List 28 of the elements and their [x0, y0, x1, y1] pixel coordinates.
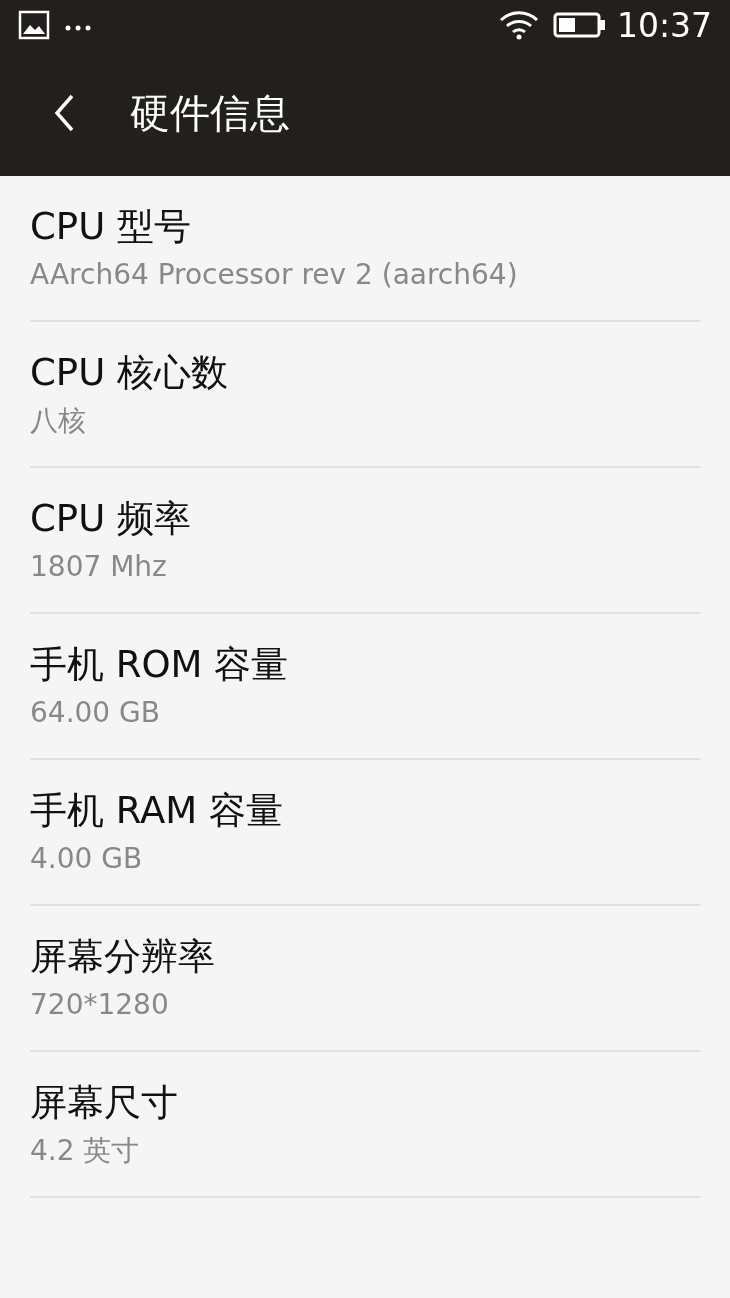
row-value: 64.00 GB	[30, 694, 161, 730]
info-row[interactable]: 手机 RAM 容量 4.00 GB	[30, 760, 700, 906]
row-title: 屏幕分辨率	[30, 934, 216, 981]
row-title: 手机 RAM 容量	[30, 788, 284, 835]
info-row[interactable]: 屏幕尺寸 4.2 英寸	[30, 1052, 700, 1198]
row-title: CPU 型号	[30, 204, 192, 251]
info-row[interactable]: CPU 型号 AArch64 Processor rev 2 (aarch64)	[30, 176, 700, 322]
info-row[interactable]: 手机 ROM 容量 64.00 GB	[30, 614, 700, 760]
info-row[interactable]: CPU 频率 1807 Mhz	[30, 468, 700, 614]
row-value: 八核	[30, 402, 87, 438]
info-row[interactable]: 屏幕分辨率 720*1280	[30, 906, 700, 1052]
row-value: 1807 Mhz	[30, 548, 168, 584]
status-time: 10:37	[616, 8, 712, 42]
wifi-icon	[498, 10, 539, 40]
chevron-left-icon	[53, 93, 75, 133]
info-row[interactable]: CPU 核心数 八核	[30, 322, 700, 468]
row-title: 屏幕尺寸	[30, 1080, 179, 1127]
row-value: 4.00 GB	[30, 840, 144, 876]
row-value: 4.2 英寸	[30, 1132, 141, 1168]
row-title: 手机 ROM 容量	[30, 642, 290, 689]
row-value: 720*1280	[30, 986, 170, 1022]
row-title: CPU 频率	[30, 496, 192, 543]
more-icon	[64, 24, 92, 32]
image-icon	[18, 10, 50, 40]
row-value: AArch64 Processor rev 2 (aarch64)	[30, 256, 519, 292]
row-title: CPU 核心数	[30, 350, 229, 397]
battery-icon	[552, 11, 607, 39]
page-title: 硬件信息	[130, 89, 290, 138]
